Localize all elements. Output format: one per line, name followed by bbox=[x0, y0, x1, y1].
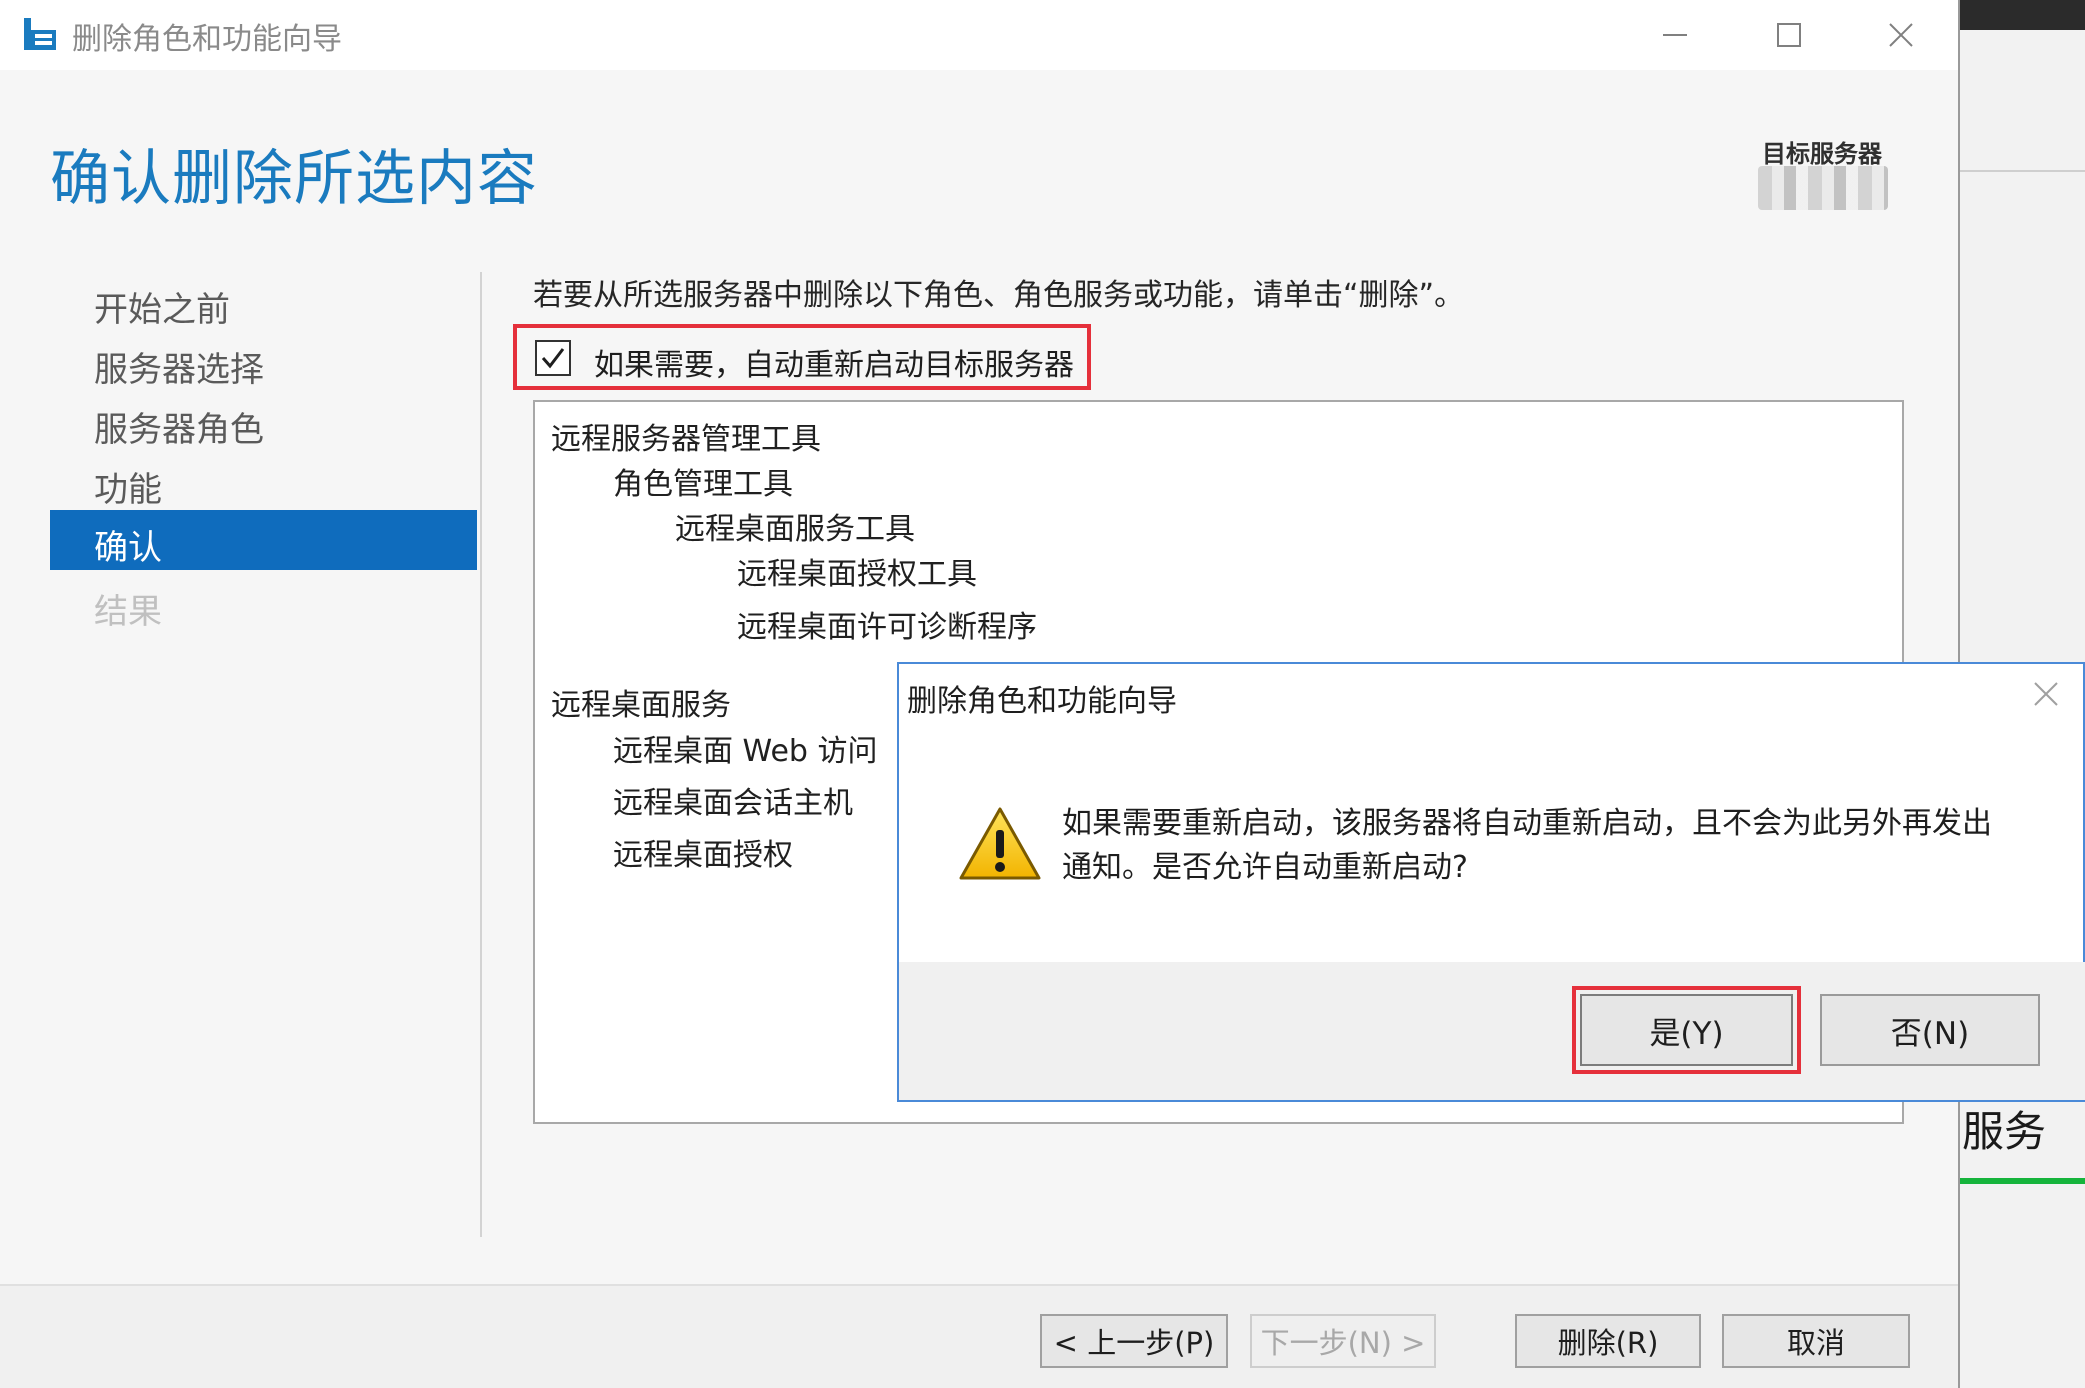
background-app-titlebar bbox=[1960, 0, 2085, 30]
dialog-message-line: 通知。是否允许自动重新启动? bbox=[1062, 850, 1468, 885]
dialog-title: 删除角色和功能向导 bbox=[907, 684, 1177, 719]
warning-icon bbox=[958, 806, 1042, 882]
close-icon bbox=[1889, 23, 1913, 47]
close-icon bbox=[2034, 682, 2058, 706]
close-button[interactable] bbox=[1866, 10, 1936, 60]
list-item: 远程桌面授权工具 bbox=[737, 557, 977, 592]
target-server-label: 目标服务器 bbox=[1762, 140, 1882, 168]
next-button: 下一步(N) > bbox=[1250, 1314, 1436, 1368]
list-item: 远程桌面 Web 访问 bbox=[613, 734, 878, 769]
minimize-button[interactable] bbox=[1640, 10, 1710, 60]
list-item: 远程桌面会话主机 bbox=[613, 786, 853, 821]
cancel-button[interactable]: 取消 bbox=[1722, 1314, 1910, 1368]
checkmark-icon bbox=[541, 348, 565, 369]
nav-item-confirmation[interactable]: 确认 bbox=[94, 520, 162, 569]
list-item: 远程桌面许可诊断程序 bbox=[737, 610, 1037, 645]
maximize-icon bbox=[1777, 23, 1801, 47]
page-title: 确认删除所选内容 bbox=[50, 144, 538, 214]
dialog-close-button[interactable] bbox=[2026, 674, 2066, 714]
dialog-message: 如果需要重新启动，该服务器将自动重新启动，且不会为此另外再发出 通知。是否允许自… bbox=[1062, 802, 1992, 890]
nav-item-server-roles[interactable]: 服务器角色 bbox=[94, 402, 264, 451]
yes-button[interactable]: 是(Y) bbox=[1580, 994, 1793, 1066]
minimize-icon bbox=[1663, 34, 1687, 36]
list-item: 角色管理工具 bbox=[613, 467, 793, 502]
target-server-name-redacted bbox=[1758, 166, 1888, 210]
no-button[interactable]: 否(N) bbox=[1820, 994, 2040, 1066]
server-manager-icon bbox=[22, 16, 58, 52]
list-item: 远程桌面授权 bbox=[613, 838, 793, 873]
nav-divider bbox=[480, 272, 482, 1237]
nav-item-features[interactable]: 功能 bbox=[94, 462, 162, 511]
nav-item-server-selection[interactable]: 服务器选择 bbox=[94, 342, 264, 391]
restart-checkbox[interactable] bbox=[535, 340, 571, 376]
background-app-divider bbox=[1960, 170, 2085, 172]
list-item: 远程桌面服务 bbox=[551, 688, 731, 723]
instruction-text: 若要从所选服务器中删除以下角色、角色服务或功能，请单击“删除”。 bbox=[533, 278, 1465, 313]
window-title: 删除角色和功能向导 bbox=[72, 22, 342, 57]
list-item: 远程桌面服务工具 bbox=[675, 512, 915, 547]
previous-button[interactable]: < 上一步(P) bbox=[1040, 1314, 1228, 1368]
maximize-button[interactable] bbox=[1754, 10, 1824, 60]
list-item: 远程服务器管理工具 bbox=[551, 422, 821, 457]
restart-checkbox-label[interactable]: 如果需要，自动重新启动目标服务器 bbox=[594, 340, 1074, 384]
background-app-text: 服务 bbox=[1962, 1107, 2047, 1156]
dialog-message-line: 如果需要重新启动，该服务器将自动重新启动，且不会为此另外再发出 bbox=[1062, 806, 1992, 841]
nav-item-before-you-begin[interactable]: 开始之前 bbox=[94, 282, 230, 331]
nav-item-results: 结果 bbox=[94, 592, 162, 632]
background-app-progress bbox=[1960, 1178, 2085, 1184]
remove-button[interactable]: 删除(R) bbox=[1515, 1314, 1701, 1368]
